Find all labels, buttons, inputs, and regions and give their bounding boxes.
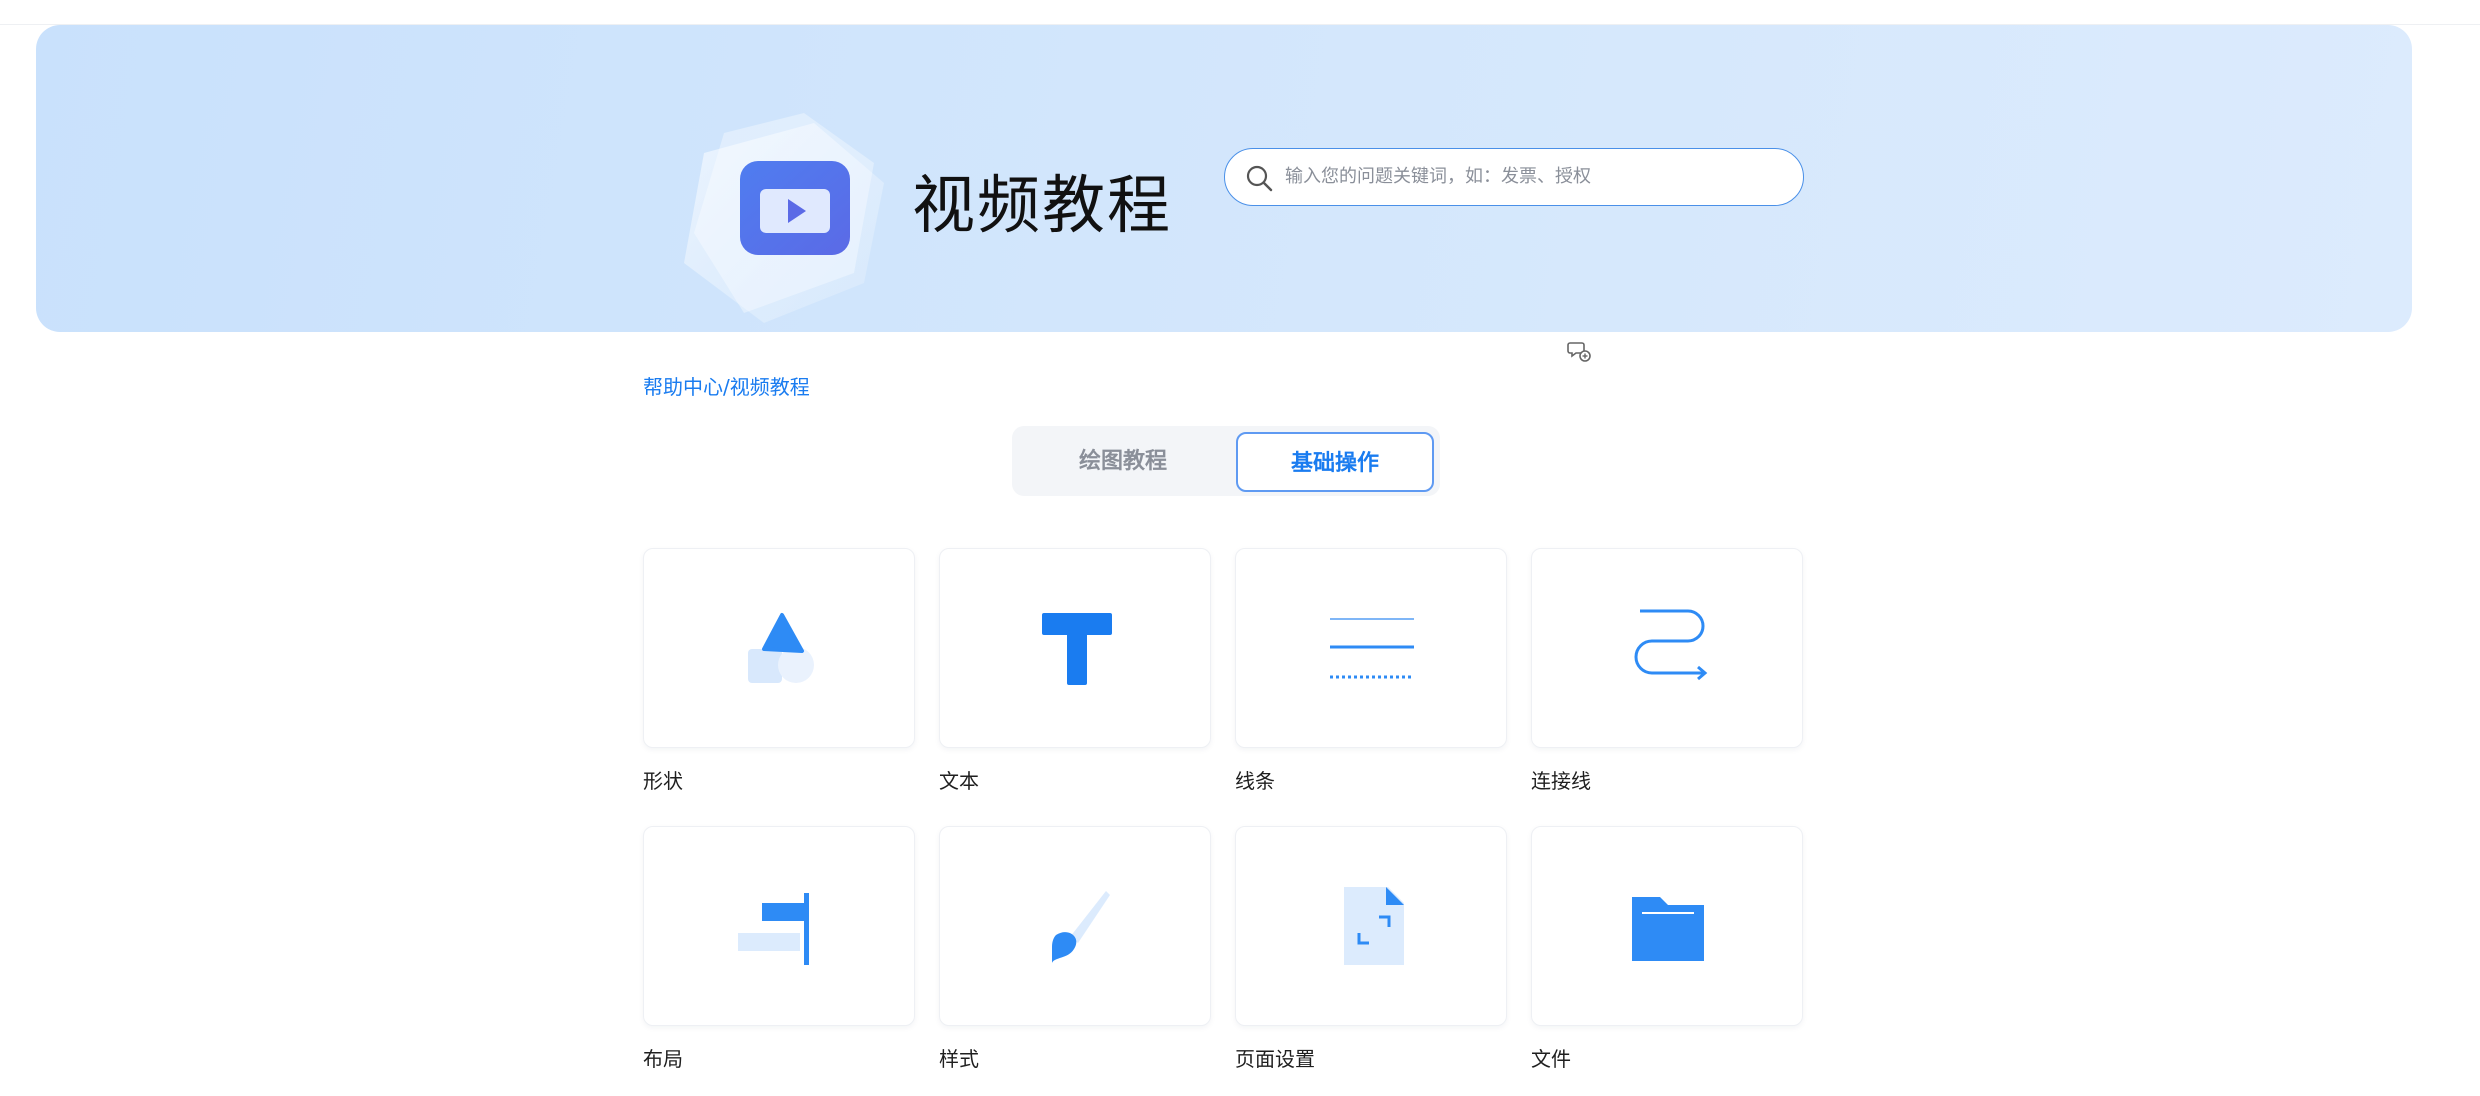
shapes-icon bbox=[748, 613, 814, 683]
text-icon bbox=[1042, 613, 1112, 685]
chat-support-icon[interactable] bbox=[1566, 338, 1592, 364]
card-style[interactable] bbox=[939, 826, 1211, 1026]
card-label-connector[interactable]: 连接线 bbox=[1531, 766, 1591, 796]
card-layout[interactable] bbox=[643, 826, 915, 1026]
search-box[interactable]: 输入您的问题关键词，如：发票、授权 bbox=[1224, 148, 1804, 206]
card-shapes[interactable] bbox=[643, 548, 915, 748]
card-label-shapes[interactable]: 形状 bbox=[643, 766, 683, 796]
card-label-text[interactable]: 文本 bbox=[939, 766, 979, 796]
search-icon bbox=[1246, 165, 1273, 192]
tab-basic-operations[interactable]: 基础操作 bbox=[1236, 432, 1434, 492]
card-label-style[interactable]: 样式 bbox=[939, 1044, 979, 1074]
card-connector[interactable] bbox=[1531, 548, 1803, 748]
search-input[interactable]: 输入您的问题关键词，如：发票、授权 bbox=[1285, 149, 1591, 205]
folder-icon bbox=[1632, 897, 1704, 961]
card-label-layout[interactable]: 布局 bbox=[643, 1044, 683, 1074]
tab-bar: 绘图教程 基础操作 bbox=[1012, 426, 1440, 496]
layout-icon bbox=[738, 893, 809, 965]
top-bar bbox=[0, 0, 2480, 25]
card-lines[interactable] bbox=[1235, 548, 1507, 748]
page-settings-icon bbox=[1344, 887, 1404, 965]
card-label-file[interactable]: 文件 bbox=[1531, 1044, 1571, 1074]
card-label-page-settings[interactable]: 页面设置 bbox=[1235, 1044, 1315, 1074]
breadcrumb: 帮助中心/视频教程 bbox=[643, 372, 810, 402]
card-file[interactable] bbox=[1531, 826, 1803, 1026]
breadcrumb-current[interactable]: 视频教程 bbox=[730, 375, 810, 399]
breadcrumb-separator: / bbox=[723, 375, 730, 399]
tab-drawing-tutorial[interactable]: 绘图教程 bbox=[1018, 432, 1228, 492]
video-logo-icon bbox=[684, 113, 884, 323]
brush-icon bbox=[1052, 891, 1110, 963]
breadcrumb-home-link[interactable]: 帮助中心 bbox=[643, 375, 723, 399]
connector-icon bbox=[1634, 609, 1708, 681]
hero-banner: 视频教程 输入您的问题关键词，如：发票、授权 bbox=[36, 25, 2412, 332]
card-page-settings[interactable] bbox=[1235, 826, 1507, 1026]
card-text[interactable] bbox=[939, 548, 1211, 748]
lines-icon bbox=[1330, 618, 1414, 679]
card-label-lines[interactable]: 线条 bbox=[1235, 766, 1275, 796]
page-title: 视频教程 bbox=[912, 169, 1172, 242]
